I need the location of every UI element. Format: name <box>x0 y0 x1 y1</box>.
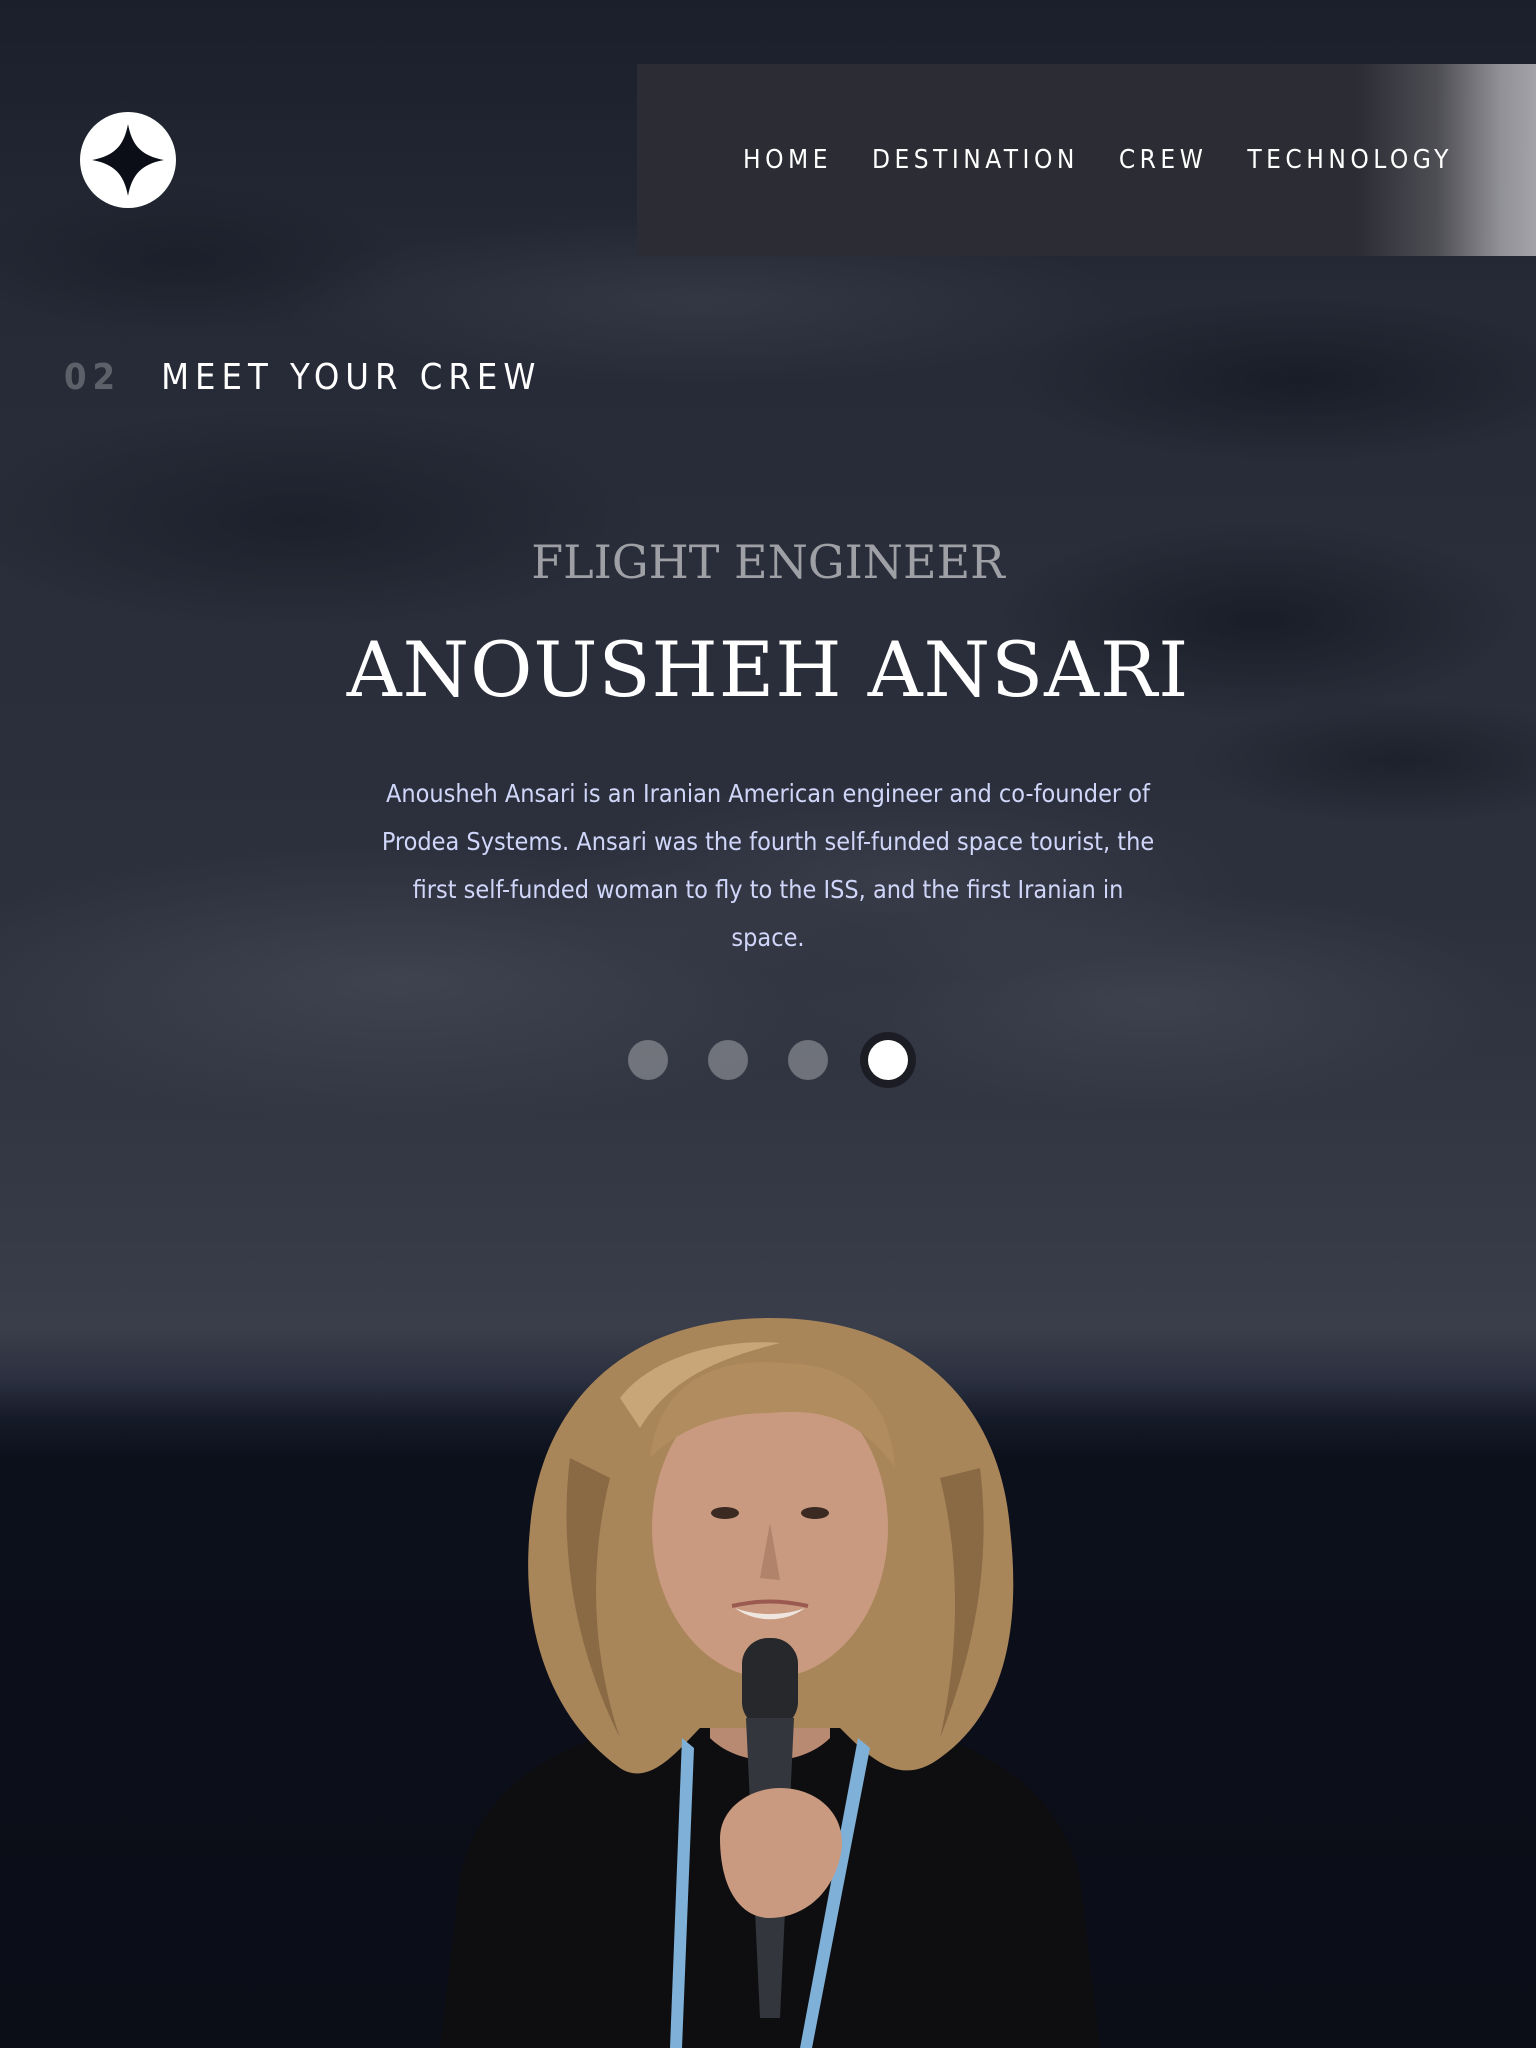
nav-technology[interactable]: TECHNOLOGY <box>1247 143 1453 177</box>
nav-home[interactable]: HOME <box>743 143 832 177</box>
crew-dot-3[interactable] <box>788 1040 828 1080</box>
star-logo-icon[interactable] <box>80 112 176 208</box>
crew-dot-1[interactable] <box>628 1040 668 1080</box>
crew-dot-2[interactable] <box>708 1040 748 1080</box>
crew-dot-4-active[interactable] <box>868 1040 908 1080</box>
crew-portrait-image <box>440 1318 1100 2048</box>
section-number: 02 <box>64 357 122 398</box>
crew-bio: Anousheh Ansari is an Iranian American e… <box>381 779 1155 952</box>
nav-destination[interactable]: DESTINATION <box>872 143 1079 177</box>
crew-pagination <box>628 1040 908 1080</box>
crew-name: ANOUSHEH ANSARI <box>346 625 1190 714</box>
section-title: MEET YOUR CREW <box>161 357 542 398</box>
crew-role: FLIGHT ENGINEER <box>531 535 1005 589</box>
crew-page: HOME DESTINATION CREW TECHNOLOGY 02 MEET… <box>0 0 1536 2048</box>
nav-crew[interactable]: CREW <box>1119 143 1208 177</box>
section-heading: 02 MEET YOUR CREW <box>64 356 541 400</box>
main-nav: HOME DESTINATION CREW TECHNOLOGY <box>743 143 1453 177</box>
